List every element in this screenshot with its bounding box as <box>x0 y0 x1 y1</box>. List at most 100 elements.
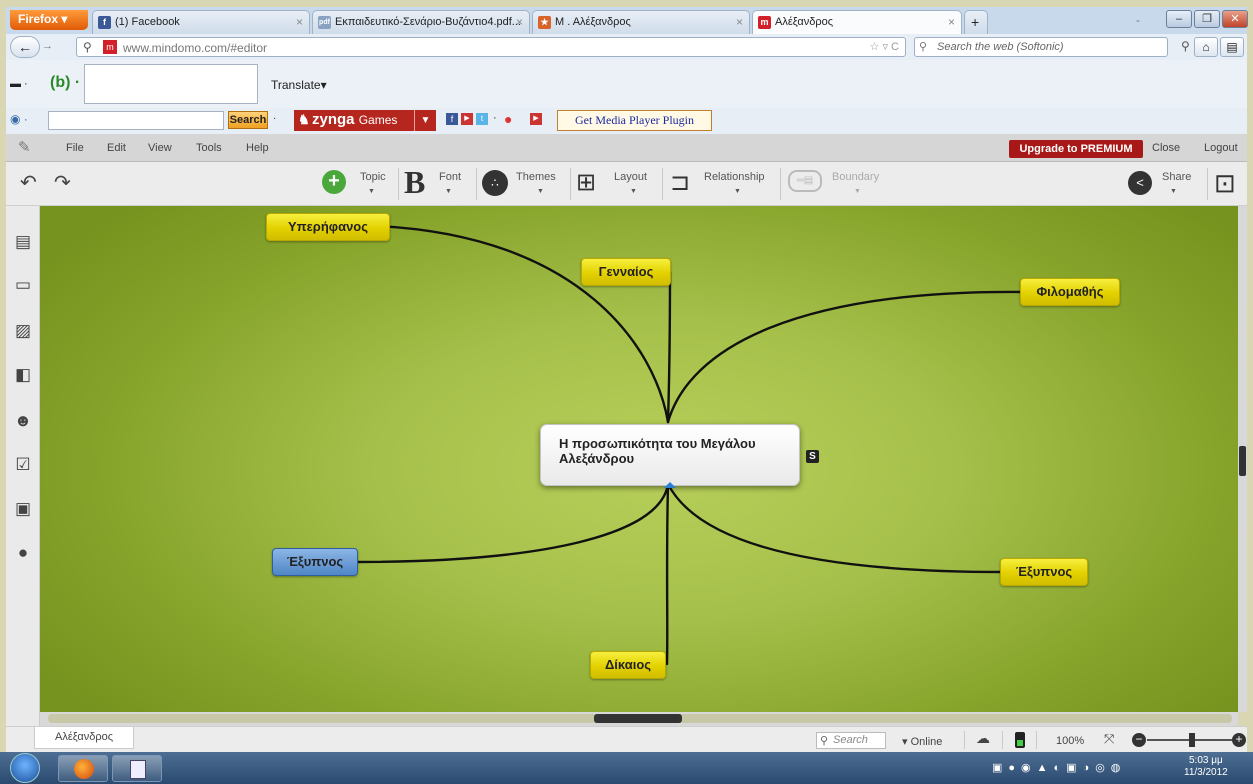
task-icon[interactable]: ☑ <box>12 454 34 476</box>
minimize-button[interactable]: ‒ <box>1166 10 1192 28</box>
close-tab-icon[interactable]: × <box>516 15 523 29</box>
mindmap-canvas[interactable]: Υπερήφανος Γενναίος Φιλομαθής Έξυπνος Έξ… <box>40 206 1238 712</box>
translate-button[interactable]: Translate▾ <box>271 78 327 92</box>
vertical-scrollbar[interactable] <box>1238 206 1247 712</box>
topic-dikaios[interactable]: Δίκαιος <box>590 651 666 679</box>
toolbar-search-input[interactable] <box>48 111 224 130</box>
logout-link[interactable]: Logout <box>1204 142 1238 154</box>
close-link[interactable]: Close <box>1152 142 1180 154</box>
status-divider <box>1036 731 1037 749</box>
translate-addon-icon[interactable]: (b) · <box>50 74 80 92</box>
translate-input[interactable] <box>84 64 258 104</box>
close-tab-icon[interactable]: × <box>948 15 955 29</box>
font-tool[interactable]: B Font ▼ <box>402 162 472 206</box>
fit-to-screen-icon[interactable]: ⤧ <box>1104 731 1114 747</box>
home-button[interactable]: ⌂ <box>1194 37 1218 57</box>
zoom-slider-thumb[interactable] <box>1189 733 1195 747</box>
close-window-button[interactable]: ✕ <box>1222 10 1248 28</box>
system-clock[interactable]: 5:03 μμ 11/3/2012 <box>1184 755 1228 779</box>
menu-tools[interactable]: Tools <box>196 142 222 154</box>
topic-exypnos-left[interactable]: Έξυπνος <box>272 548 358 576</box>
zynga-dog-icon: ♞ <box>298 112 310 127</box>
game-character-icon[interactable]: ● <box>504 111 512 127</box>
zoom-in-icon[interactable]: + <box>1232 733 1246 747</box>
chevron-down-icon: ▼ <box>368 188 375 195</box>
topic-filomathis[interactable]: Φιλομαθής <box>1020 278 1120 306</box>
upgrade-premium-button[interactable]: Upgrade to PREMIUM <box>1009 140 1143 158</box>
battery-icon <box>1015 732 1025 748</box>
relationship-tool[interactable]: ⊐ Relationship ▼ <box>666 162 776 206</box>
themes-tool[interactable]: ∴ Themes ▼ <box>480 162 566 206</box>
new-tab-button[interactable]: + <box>964 10 988 34</box>
presentation-icon[interactable]: ⊡ <box>1214 168 1236 199</box>
tab-facebook[interactable]: f (1) Facebook × <box>92 10 310 34</box>
menu-view[interactable]: View <box>148 142 172 154</box>
document-taskbar-icon[interactable] <box>112 755 162 782</box>
close-tab-icon[interactable]: × <box>296 15 303 29</box>
share-tool[interactable]: < Share ▼ <box>1126 162 1204 206</box>
video-icon[interactable]: ◧ <box>12 364 34 386</box>
addon-logo-icon[interactable]: ◉ · <box>10 112 28 126</box>
facebook-icon[interactable]: f <box>446 113 458 125</box>
boundary-label: Boundary <box>832 171 880 183</box>
twitter-icon[interactable]: t <box>476 113 488 125</box>
collapse-arrow-icon[interactable] <box>664 482 676 488</box>
firefox-menu-button[interactable]: Firefox ▾ <box>10 10 88 30</box>
start-button[interactable] <box>10 753 40 783</box>
youtube-small-icon[interactable]: ▶ <box>530 113 542 125</box>
mindomo-logo-icon[interactable]: ✎ <box>18 138 31 156</box>
vertical-scroll-thumb[interactable] <box>1239 446 1246 476</box>
flag-language-icon[interactable]: ▬ · <box>10 78 28 90</box>
image-icon[interactable]: ▨ <box>12 320 34 342</box>
tab-mindomo-active[interactable]: m Αλέξανδρος × <box>752 10 962 34</box>
get-media-player-plugin-button[interactable]: Get Media Player Plugin <box>557 110 712 131</box>
close-tab-icon[interactable]: × <box>736 15 743 29</box>
maximize-button[interactable]: ❐ <box>1194 10 1220 28</box>
url-bar[interactable]: ⚲ m www.mindomo.com/#editor ☆ ▿ C <box>76 37 906 57</box>
tab-pdf[interactable]: pdf Εκπαιδευτικό-Σενάριο-Βυζάντιο4.pdf..… <box>312 10 530 34</box>
menu-file[interactable]: File <box>66 142 84 154</box>
layout-tool[interactable]: ⊞ Layout ▼ <box>574 162 658 206</box>
menu-edit[interactable]: Edit <box>107 142 126 154</box>
back-icon[interactable]: ← <box>10 36 40 58</box>
pdf-icon: pdf <box>318 16 331 29</box>
comment-icon[interactable]: ▣ <box>12 498 34 520</box>
summary-badge[interactable]: S <box>806 450 819 463</box>
boundary-tool[interactable]: ═▤ Boundary ▼ <box>784 162 894 206</box>
tab-alexandros-page[interactable]: ★ Μ . Αλέξανδρος × <box>532 10 750 34</box>
chat-icon[interactable]: ☁ <box>976 730 990 747</box>
search-go-icon[interactable]: ⚲ <box>1181 39 1190 53</box>
redo-icon[interactable]: ↷ <box>54 170 71 195</box>
search-dropdown-icon[interactable]: · <box>273 113 276 124</box>
zynga-dropdown-icon[interactable]: ▼ <box>414 110 436 131</box>
horizontal-scroll-thumb[interactable] <box>594 714 682 723</box>
topic-yperifanos[interactable]: Υπερήφανος <box>266 213 390 241</box>
smiley-icon[interactable]: ☻ <box>12 410 34 432</box>
undo-icon[interactable]: ↶ <box>20 170 37 195</box>
menu-help[interactable]: Help <box>246 142 269 154</box>
horizontal-scrollbar[interactable] <box>40 712 1238 726</box>
web-search-input[interactable]: ⚲ Search the web (Softonic) <box>914 37 1168 57</box>
notes-icon[interactable]: ▤ <box>12 231 34 253</box>
lightbulb-icon[interactable]: ● <box>12 542 34 564</box>
bookmark-star-icon[interactable]: ☆ ▿ C <box>870 40 899 53</box>
system-tray-icons[interactable]: ▣●◉▲◐▣◑◎◍ <box>992 761 1126 774</box>
topic-tool[interactable]: + Topic ▼ <box>320 162 394 206</box>
central-topic[interactable]: Η προσωπικότητα του Μεγάλου Αλεξάνδρου <box>540 424 800 486</box>
bookmarks-menu-button[interactable]: ▤ <box>1220 37 1244 57</box>
online-status[interactable]: ▾ Online <box>902 735 942 748</box>
zynga-games-button[interactable]: ♞ zynga Games ▼ <box>294 110 436 131</box>
tab-list-dash: - <box>1136 13 1140 27</box>
zoom-out-icon[interactable]: − <box>1132 733 1146 747</box>
topic-gennaios[interactable]: Γενναίος <box>581 258 671 286</box>
youtube-icon[interactable]: ▶ <box>461 113 473 125</box>
toolbar-search-button[interactable]: Search <box>228 111 268 129</box>
map-search-input[interactable]: ⚲ Search <box>816 732 886 749</box>
social-dropdown-icon[interactable]: · <box>493 112 497 124</box>
map-tab[interactable]: Αλέξανδρος <box>34 727 134 749</box>
topic-exypnos-right[interactable]: Έξυπνος <box>1000 558 1088 586</box>
link-icon[interactable]: ▭ <box>12 274 34 296</box>
page-icon: ★ <box>538 16 551 29</box>
firefox-taskbar-icon[interactable] <box>58 755 108 782</box>
forward-icon[interactable]: → <box>42 40 53 52</box>
